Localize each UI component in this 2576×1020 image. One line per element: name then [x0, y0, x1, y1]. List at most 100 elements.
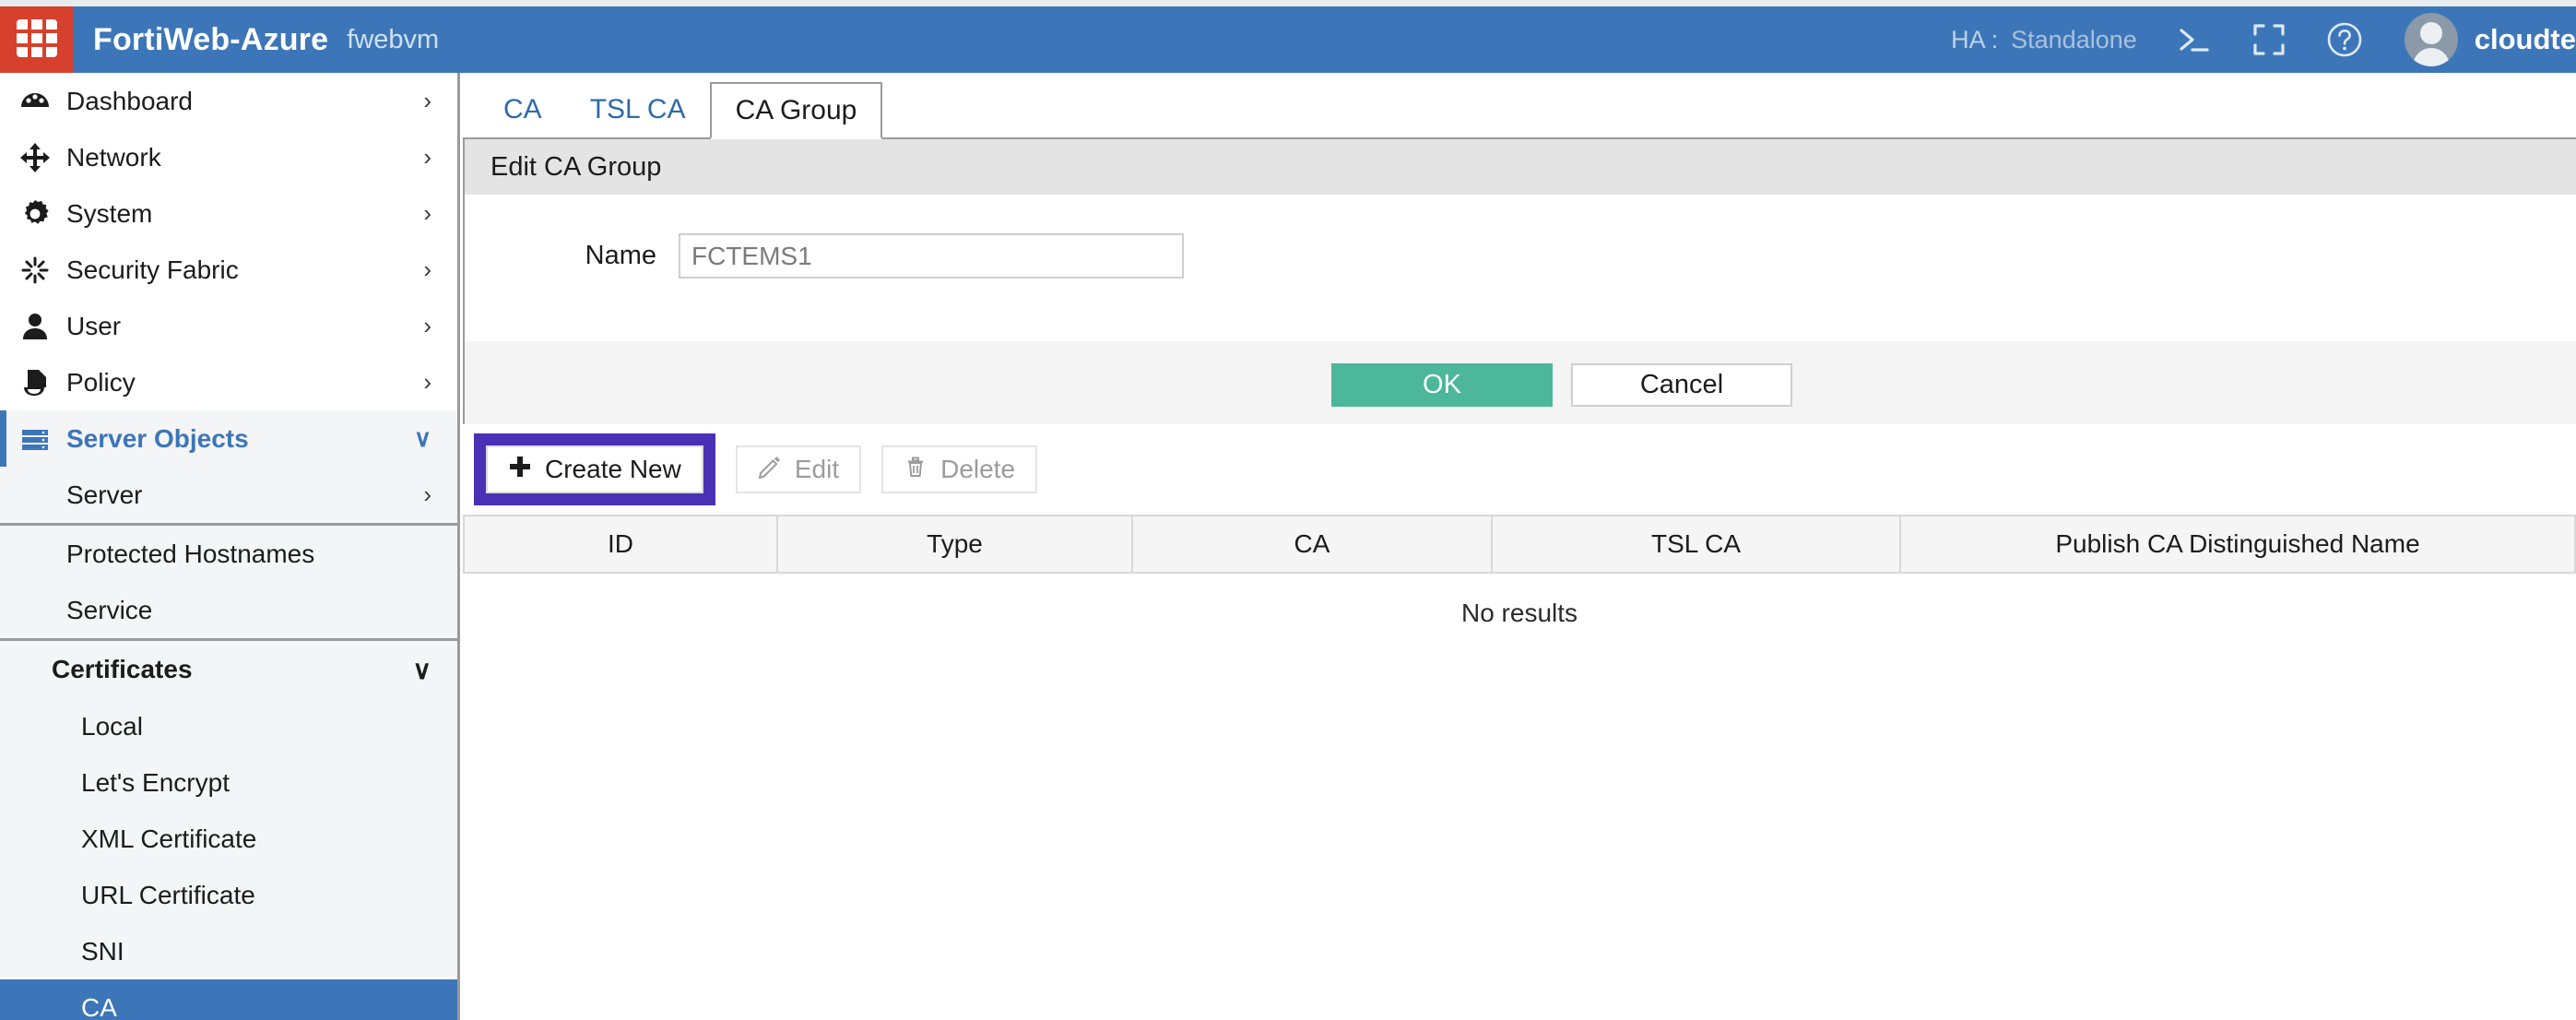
chevron-right-icon: ›: [423, 143, 431, 171]
sidebar-item-policy[interactable]: Policy ›: [0, 354, 457, 410]
table-toolbar: Create New Edit Delete: [463, 424, 2576, 515]
sidebar-item-service[interactable]: Service: [0, 582, 457, 638]
chevron-right-icon: ›: [423, 87, 431, 114]
sidebar-item-dashboard[interactable]: Dashboard ›: [0, 73, 457, 129]
sidebar-item-local[interactable]: Local: [0, 698, 457, 754]
delete-label: Delete: [940, 455, 1016, 483]
chevron-right-icon: ›: [423, 312, 431, 339]
sidebar-item-protected-hostnames[interactable]: Protected Hostnames: [0, 526, 457, 582]
app-root: FortiWeb-Azure fwebvm HA : Standalone cl…: [0, 0, 2576, 1020]
fortinet-logo[interactable]: [0, 6, 73, 73]
security-fabric-icon: [17, 255, 53, 286]
tab-ca-group[interactable]: CA Group: [709, 82, 883, 139]
tab-ca[interactable]: CA: [479, 82, 566, 137]
table-empty-row: No results: [464, 573, 2575, 652]
no-results-text: No results: [464, 573, 2575, 652]
panel-title: Edit CA Group: [465, 139, 2576, 195]
panel-body: Name: [465, 195, 2576, 341]
app-header: FortiWeb-Azure fwebvm HA : Standalone cl…: [0, 6, 2576, 73]
create-new-button[interactable]: Create New: [486, 445, 703, 493]
server-objects-icon: [17, 423, 53, 455]
edit-label: Edit: [794, 455, 840, 483]
sidebar-item-label: Server: [66, 480, 143, 509]
sidebar-item-xml-certificate[interactable]: XML Certificate: [0, 811, 457, 867]
table-header-row: ID Type CA TSL CA Publish CA Distinguish…: [463, 515, 2576, 574]
sidebar-item-label: Policy: [66, 367, 136, 397]
chevron-right-icon: ›: [423, 199, 431, 227]
main-content: CA TSL CA CA Group Edit CA Group Name OK…: [463, 73, 2576, 1020]
network-icon: [17, 142, 53, 173]
panel-footer: OK Cancel: [465, 341, 2576, 424]
brand-title: FortiWeb-Azure: [93, 21, 329, 57]
edit-ca-group-panel: Edit CA Group Name OK Cancel: [463, 139, 2576, 424]
create-new-label: Create New: [545, 455, 681, 483]
name-form-row: Name: [465, 233, 1184, 279]
window-top-strip: [0, 0, 2576, 6]
sidebar-item-network[interactable]: Network ›: [0, 129, 457, 185]
sidebar-item-label: Dashboard: [66, 86, 193, 115]
sidebar-item-label: System: [66, 198, 153, 228]
gear-icon: [17, 198, 53, 230]
sidebar-item-server[interactable]: Server ›: [0, 467, 457, 523]
cancel-button[interactable]: Cancel: [1571, 363, 1792, 407]
dashboard-icon: [17, 86, 53, 117]
sidebar-subsection-server-objects: Server › Protected Hostnames Service Cer…: [0, 467, 457, 1020]
sidebar-item-server-objects[interactable]: Server Objects ∨: [0, 410, 457, 467]
name-label: Name: [585, 241, 656, 270]
name-input[interactable]: [679, 233, 1184, 279]
chevron-right-icon: ›: [423, 255, 431, 283]
plus-icon: [508, 455, 532, 485]
sidebar-item-sni[interactable]: SNI: [0, 923, 457, 979]
sidebar-item-label: SNI: [81, 936, 124, 966]
sidebar-item-label: Security Fabric: [66, 255, 239, 284]
policy-icon: [17, 367, 53, 398]
user-name-label: cloudte: [2474, 23, 2576, 55]
column-header-type[interactable]: Type: [777, 515, 1133, 574]
sidebar-item-label: Service: [66, 595, 153, 624]
pencil-icon: [758, 455, 782, 485]
sidebar-item-label: CA: [81, 992, 117, 1020]
sidebar-item-label: Local: [81, 711, 143, 741]
sidebar-item-label: URL Certificate: [81, 880, 255, 909]
sidebar-item-label: Protected Hostnames: [66, 539, 315, 568]
terminal-icon[interactable]: [2176, 24, 2213, 55]
delete-button[interactable]: Delete: [881, 445, 1038, 493]
fortinet-logo-grid-icon: [16, 19, 57, 60]
chevron-right-icon: ›: [423, 480, 431, 508]
sidebar: Dashboard › Network › System › Security …: [0, 73, 460, 1020]
sidebar-item-security-fabric[interactable]: Security Fabric ›: [0, 242, 457, 298]
ok-button[interactable]: OK: [1331, 363, 1553, 407]
table-body: No results: [464, 573, 2575, 652]
help-icon[interactable]: [2325, 20, 2364, 59]
sidebar-item-user[interactable]: User ›: [0, 298, 457, 354]
avatar-body: [2412, 48, 2450, 66]
sidebar-item-lets-encrypt[interactable]: Let's Encrypt: [0, 754, 457, 811]
sidebar-item-label: XML Certificate: [81, 824, 257, 853]
sidebar-item-system[interactable]: System ›: [0, 185, 457, 242]
column-header-tsl-ca[interactable]: TSL CA: [1492, 515, 1901, 574]
sidebar-group-certificates[interactable]: Certificates ∨: [0, 641, 457, 698]
ca-group-table: ID Type CA TSL CA Publish CA Distinguish…: [463, 515, 2576, 652]
header-right-tools: HA : Standalone cloudte: [1951, 6, 2576, 73]
sidebar-item-url-certificate[interactable]: URL Certificate: [0, 867, 457, 923]
chevron-down-icon: ∨: [412, 655, 432, 684]
edit-button[interactable]: Edit: [735, 445, 862, 493]
trash-icon: [904, 455, 928, 485]
user-icon: [17, 311, 53, 342]
sidebar-item-label: User: [66, 311, 122, 340]
user-menu[interactable]: cloudte: [2404, 13, 2576, 66]
column-header-publish-ca-dn[interactable]: Publish CA Distinguished Name: [1900, 515, 2576, 574]
tab-tsl-ca[interactable]: TSL CA: [566, 82, 710, 137]
column-header-id[interactable]: ID: [463, 515, 778, 574]
avatar-head: [2419, 22, 2442, 44]
hostname-label: fwebvm: [347, 24, 440, 54]
fullscreen-icon[interactable]: [2251, 22, 2286, 57]
ha-label: HA :: [1951, 25, 1999, 53]
sidebar-item-label: Network: [66, 142, 161, 172]
tab-bar: CA TSL CA CA Group: [463, 73, 2576, 139]
chevron-down-icon: ∨: [413, 424, 431, 452]
ha-status-value: Standalone: [2011, 25, 2137, 53]
chevron-right-icon: ›: [423, 368, 431, 396]
sidebar-item-ca[interactable]: CA: [0, 979, 457, 1020]
column-header-ca[interactable]: CA: [1132, 515, 1493, 574]
